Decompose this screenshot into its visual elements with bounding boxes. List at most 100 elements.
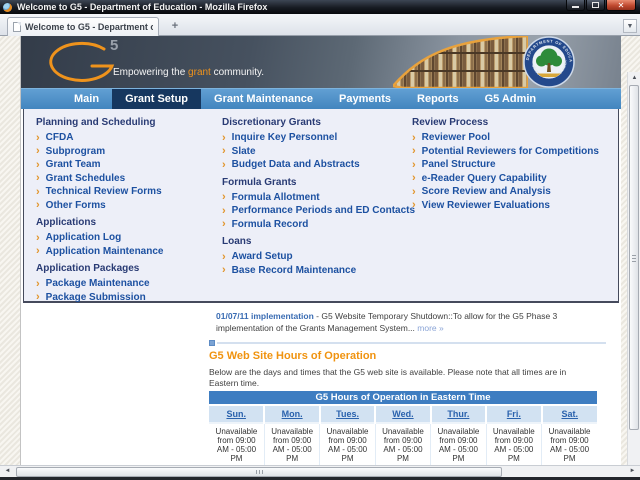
hours-table-title: G5 Hours of Operation in Eastern Time <box>209 391 597 406</box>
menu-link-panel-structure[interactable]: › Panel Structure <box>412 158 599 172</box>
menu-column: Discretionary Grants › Inquire Key Personn… <box>222 117 415 277</box>
bookshelf-swoosh-image <box>393 36 528 88</box>
menu-link-label: Formula Allotment <box>231 191 320 203</box>
menu-link-label: Formula Record <box>231 218 309 230</box>
menu-heading-applications: Applications <box>36 217 97 228</box>
menu-link-formula-record[interactable]: › Formula Record <box>222 218 415 232</box>
menu-link-performance-periods-and-ed-contacts[interactable]: › Performance Periods and ED Contacts <box>222 204 415 218</box>
menu-link-technical-review-forms[interactable]: › Technical Review Forms <box>36 185 163 199</box>
menu-link-e-reader-query-capability[interactable]: › e-Reader Query Capability <box>412 172 599 186</box>
menu-link-award-setup[interactable]: › Award Setup <box>222 250 415 264</box>
day-header-mon[interactable]: Mon. <box>263 405 320 423</box>
menu-link-package-submission[interactable]: › Package Submission <box>36 291 163 305</box>
tagline: Empowering the grant community. <box>113 67 265 78</box>
news-date-link[interactable]: 01/07/11 implementation <box>216 311 314 321</box>
chevron-right-icon: › <box>36 199 40 212</box>
nav-item-grant-maintenance[interactable]: Grant Maintenance <box>201 89 326 109</box>
menu-heading-planning-and-scheduling: Planning and Scheduling <box>36 117 156 128</box>
new-tab-button[interactable]: + <box>165 20 185 33</box>
menu-link-other-forms[interactable]: › Other Forms <box>36 199 163 213</box>
close-icon: ✕ <box>617 0 625 10</box>
menu-link-grant-team[interactable]: › Grant Team <box>36 158 163 172</box>
chevron-right-icon: › <box>412 131 416 144</box>
chevron-right-icon: › <box>222 191 226 204</box>
nav-item-reports[interactable]: Reports <box>404 89 472 109</box>
nav-item-g5-admin[interactable]: G5 Admin <box>472 89 550 109</box>
window-title: Welcome to G5 - Department of Education … <box>17 2 268 12</box>
vertical-scrollbar[interactable]: ▲ ▼ <box>627 72 640 480</box>
menu-column: Review Process › Reviewer Pool › Potential R… <box>412 117 599 212</box>
chevron-right-icon: › <box>222 145 226 158</box>
minimize-button[interactable] <box>566 0 585 11</box>
chevron-right-icon: › <box>222 131 226 144</box>
chevron-right-icon: › <box>222 264 226 277</box>
menu-link-label: Application Maintenance <box>45 245 164 257</box>
day-header-tues[interactable]: Tues. <box>318 405 376 423</box>
menu-link-label: e-Reader Query Capability <box>421 172 547 184</box>
menu-link-budget-data-and-abstracts[interactable]: › Budget Data and Abstracts <box>222 158 415 172</box>
menu-heading-review-process: Review Process <box>412 117 489 128</box>
menu-link-label: Performance Periods and ED Contacts <box>231 205 416 217</box>
menu-link-reviewer-pool[interactable]: › Reviewer Pool <box>412 131 599 145</box>
menu-link-cfda[interactable]: › CFDA <box>36 131 163 145</box>
day-header-sat[interactable]: Sat. <box>540 405 597 423</box>
chevron-right-icon: › <box>36 158 40 171</box>
hours-cell: Unavailable from 09:00 AM - 05:00 PM <box>541 422 597 466</box>
close-button[interactable]: ✕ <box>606 0 636 11</box>
menu-link-inquire-key-personnel[interactable]: › Inquire Key Personnel <box>222 131 415 145</box>
menu-link-base-record-maintenance[interactable]: › Base Record Maintenance <box>222 264 415 278</box>
hours-heading: G5 Web Site Hours of Operation <box>209 350 377 362</box>
menu-link-application-maintenance[interactable]: › Application Maintenance <box>36 245 163 259</box>
horizontal-scrollbar[interactable]: ◄ ► <box>0 465 640 477</box>
more-link[interactable]: more » <box>417 323 443 333</box>
tab-list-dropdown-icon[interactable]: ▼ <box>623 19 637 33</box>
browser-tab[interactable]: Welcome to G5 - Department of Edu... <box>7 17 159 36</box>
tab-title: Welcome to G5 - Department of Edu... <box>25 22 153 32</box>
scrollbar-grip <box>632 257 636 259</box>
scroll-up-icon[interactable]: ▲ <box>628 72 640 84</box>
chevron-right-icon: › <box>412 172 416 185</box>
hours-cell: Unavailable from 09:00 AM - 05:00 PM <box>319 422 376 466</box>
day-header-sun[interactable]: Sun. <box>209 405 265 423</box>
menu-link-subprogram[interactable]: › Subprogram <box>36 145 163 159</box>
menu-link-grant-schedules[interactable]: › Grant Schedules <box>36 172 163 186</box>
scrollbar-grip <box>259 470 260 474</box>
hours-row: Unavailable from 09:00 AM - 05:00 PM Unav… <box>209 422 597 466</box>
nav-item-main[interactable]: Main <box>61 89 112 109</box>
chevron-right-icon: › <box>36 131 40 144</box>
menu-heading-application-packages: Application Packages <box>36 263 140 274</box>
horizontal-scrollbar-thumb[interactable] <box>16 467 502 477</box>
g5-page: 5 Empowering the grant community. DEPART… <box>20 36 621 466</box>
chevron-right-icon: › <box>222 158 226 171</box>
menu-link-label: Application Log <box>45 232 122 244</box>
day-header-wed[interactable]: Wed. <box>374 405 431 423</box>
menu-link-potential-reviewers-for-competitions[interactable]: › Potential Reviewers for Competitions <box>412 145 599 159</box>
hours-cell: Unavailable from 09:00 AM - 05:00 PM <box>209 422 265 466</box>
chevron-right-icon: › <box>36 245 40 258</box>
day-header-thur[interactable]: Thur. <box>429 405 487 423</box>
menu-link-view-reviewer-evaluations[interactable]: › View Reviewer Evaluations <box>412 199 599 213</box>
menu-link-label: Potential Reviewers for Competitions <box>421 145 599 157</box>
chevron-right-icon: › <box>222 218 226 231</box>
menu-link-package-maintenance[interactable]: › Package Maintenance <box>36 277 163 291</box>
menu-link-label: Reviewer Pool <box>421 132 491 144</box>
chevron-right-icon: › <box>412 145 416 158</box>
day-header-fri[interactable]: Fri. <box>485 405 542 423</box>
firefox-icon <box>3 2 12 12</box>
menu-link-slate[interactable]: › Slate <box>222 145 415 159</box>
chevron-right-icon: › <box>36 277 40 290</box>
menu-heading-discretionary-grants: Discretionary Grants <box>222 117 321 128</box>
maximize-button[interactable] <box>586 0 605 11</box>
nav-item-grant-setup[interactable]: Grant Setup <box>112 89 202 109</box>
menu-link-label: Panel Structure <box>421 159 496 171</box>
dept-of-education-seal-icon: DEPARTMENT OF EDUCATION UNITED STATES OF… <box>523 36 575 88</box>
chevron-right-icon: › <box>222 250 226 263</box>
vertical-scrollbar-thumb[interactable] <box>629 85 639 430</box>
menu-link-application-log[interactable]: › Application Log <box>36 231 163 245</box>
menu-link-score-review-and-analysis[interactable]: › Score Review and Analysis <box>412 185 599 199</box>
nav-item-payments[interactable]: Payments <box>326 89 404 109</box>
menu-link-formula-allotment[interactable]: › Formula Allotment <box>222 191 415 205</box>
hours-cell: Unavailable from 09:00 AM - 05:00 PM <box>485 422 542 466</box>
tab-bar: Welcome to G5 - Department of Edu... + ▼ <box>0 14 640 36</box>
menu-link-label: Base Record Maintenance <box>231 264 357 276</box>
